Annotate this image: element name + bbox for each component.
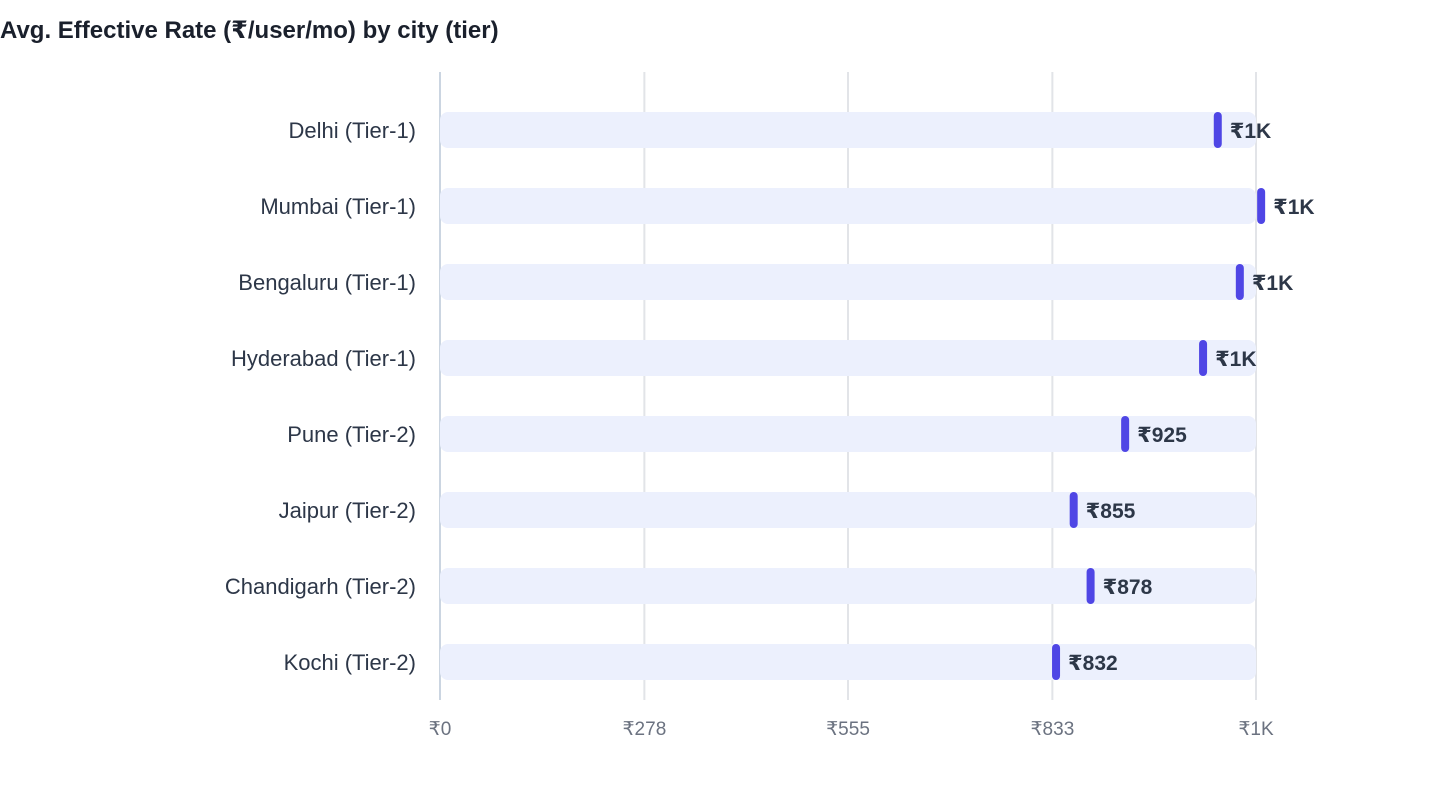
bar-marker	[1086, 568, 1095, 604]
bar-marker	[1052, 644, 1061, 680]
category-label: Delhi (Tier-1)	[288, 118, 416, 143]
x-tick-label: ₹833	[1030, 719, 1074, 740]
bar-track	[440, 112, 1256, 148]
bar-track	[440, 264, 1256, 300]
x-tick-label: ₹555	[826, 719, 870, 740]
category-label: Hyderabad (Tier-1)	[231, 346, 416, 371]
x-tick-label: ₹278	[622, 719, 666, 740]
bar-track	[440, 340, 1256, 376]
chart-container: Avg. Effective Rate (₹/user/mo) by city …	[0, 0, 1440, 788]
bar-marker	[1121, 416, 1130, 452]
bar-marker	[1199, 340, 1208, 376]
data-label: ₹1K	[1215, 348, 1256, 371]
data-label: ₹832	[1068, 652, 1118, 675]
category-label: Pune (Tier-2)	[287, 422, 416, 447]
bar-marker	[1069, 492, 1078, 528]
data-label: ₹1K	[1273, 196, 1314, 219]
data-label: ₹878	[1103, 576, 1153, 599]
bar-marker	[1257, 188, 1266, 224]
category-label: Bengaluru (Tier-1)	[238, 270, 416, 295]
category-label: Chandigarh (Tier-2)	[225, 574, 416, 599]
bar-track	[440, 416, 1256, 452]
data-label: ₹1K	[1230, 120, 1271, 143]
bar-track	[440, 188, 1256, 224]
data-label: ₹1K	[1252, 272, 1293, 295]
bar-marker	[1235, 264, 1244, 300]
x-tick-label: ₹0	[429, 719, 452, 740]
category-label: Mumbai (Tier-1)	[260, 194, 416, 219]
bar-marker	[1213, 112, 1222, 148]
category-label: Jaipur (Tier-2)	[279, 498, 416, 523]
chart-svg: ₹0 ₹278 ₹555 ₹833 ₹1K Delhi (Tier-1) ₹1K Mumbai…	[225, 72, 1315, 740]
data-label: ₹855	[1086, 500, 1136, 523]
data-label: ₹925	[1137, 424, 1187, 447]
bar-track	[440, 644, 1256, 680]
x-tick-label: ₹1K	[1238, 719, 1274, 740]
category-label: Kochi (Tier-2)	[284, 650, 416, 675]
